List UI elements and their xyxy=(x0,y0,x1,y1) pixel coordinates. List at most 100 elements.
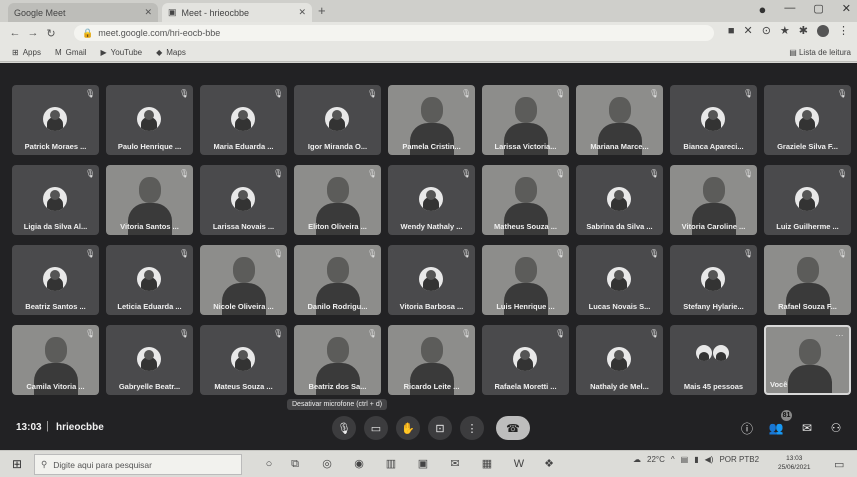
notifications-icon[interactable]: ▭ xyxy=(834,458,844,471)
taskbar-clock[interactable]: 13:03 25/06/2021 xyxy=(778,454,811,472)
calendar-icon[interactable]: ▦ xyxy=(480,457,494,471)
word-icon[interactable]: W xyxy=(512,457,526,471)
new-tab-button[interactable]: + xyxy=(318,3,326,18)
participant-tile[interactable]: 🎙 Vitoria Barbosa ... xyxy=(388,245,475,315)
participant-name: Wendy Nathaly ... xyxy=(400,222,463,231)
back-icon[interactable]: ← xyxy=(6,27,24,39)
more-options-icon[interactable]: ⋯ xyxy=(835,331,844,340)
participant-tile[interactable]: 🎙 Maria Eduarda ... xyxy=(200,85,287,155)
menu-icon[interactable]: ⋮ xyxy=(838,24,849,37)
participant-tile[interactable]: 🎙 Eliton Oliveira ... xyxy=(294,165,381,235)
forward-icon[interactable]: → xyxy=(24,27,42,39)
participant-tile[interactable]: 🎙 Vitoria Santos ... xyxy=(106,165,193,235)
app-icon[interactable]: ❖ xyxy=(542,457,556,471)
participant-tile[interactable]: 🎙 Larissa Novais ... xyxy=(200,165,287,235)
volume-icon[interactable]: ◀) xyxy=(705,455,714,464)
participant-tile[interactable]: 🎙 Rafaela Moretti ... xyxy=(482,325,569,395)
participant-tile[interactable]: 🎙 Vitoria Caroline ... xyxy=(670,165,757,235)
mic-button[interactable]: 🎙 xyxy=(332,416,356,440)
participant-tile[interactable]: 🎙 Pamela Cristin... xyxy=(388,85,475,155)
participant-tile[interactable]: 🎙 Nathaly de Mel... xyxy=(576,325,663,395)
participant-tile[interactable]: 🎙 Paulo Henrique ... xyxy=(106,85,193,155)
people-button[interactable]: 👥 xyxy=(766,418,786,438)
participant-tile[interactable]: 🎙 Larissa Victoria... xyxy=(482,85,569,155)
close-window-icon[interactable]: ✕ xyxy=(842,2,851,17)
camera-in-use-icon[interactable]: ■ xyxy=(728,25,735,37)
participant-tile[interactable]: 🎙 Luiz Guilherme ... xyxy=(764,165,851,235)
camera-button[interactable]: ▭ xyxy=(364,416,388,440)
maximize-icon[interactable]: ▢ xyxy=(813,2,823,17)
bookmark-maps[interactable]: ◆ Maps xyxy=(156,48,186,57)
more-options-button[interactable]: ⋮ xyxy=(460,416,484,440)
close-tab-icon[interactable]: ✕ xyxy=(298,7,306,18)
participant-tile[interactable]: 🎙 Matheus Souza ... xyxy=(482,165,569,235)
participant-tile[interactable]: 🎙 Mateus Souza ... xyxy=(200,325,287,395)
bookmark-apps[interactable]: ⊞ Apps xyxy=(12,48,41,57)
leave-call-button[interactable]: ☎ xyxy=(496,416,530,440)
hangup-icon: ☎ xyxy=(506,422,520,435)
participant-tile[interactable]: 🎙 Mariana Marce... xyxy=(576,85,663,155)
network-icon[interactable]: ▤ xyxy=(681,455,689,464)
cortana-icon[interactable]: ○ xyxy=(262,457,276,471)
profile-avatar[interactable] xyxy=(817,24,829,37)
weather-icon: ☁ xyxy=(633,455,641,464)
address-bar[interactable]: 🔒 meet.google.com/hri-eocb-bbe xyxy=(74,25,714,41)
present-button[interactable]: ⊡ xyxy=(428,416,452,440)
participant-tile[interactable]: 🎙 Ligia da Silva Al... xyxy=(12,165,99,235)
participant-tile[interactable]: 🎙 Danilo Rodrigu... xyxy=(294,245,381,315)
taskbar-search-box[interactable]: ⚲ Digite aqui para pesquisar xyxy=(34,454,242,475)
browser-tab-active[interactable]: ▣ Meet - hrieocbbe ✕ xyxy=(162,3,312,22)
bookmark-gmail[interactable]: M Gmail xyxy=(55,48,87,57)
battery-icon[interactable]: ▮ xyxy=(694,455,698,464)
chrome-icon[interactable]: ◉ xyxy=(352,457,366,471)
participant-tile[interactable]: 🎙 Wendy Nathaly ... xyxy=(388,165,475,235)
windows-start-icon[interactable]: ⊞ xyxy=(12,458,24,470)
store-icon[interactable]: ▣ xyxy=(416,457,430,471)
chat-button[interactable]: ✉ xyxy=(797,418,817,438)
participant-name: Maria Eduarda ... xyxy=(213,142,274,151)
participant-tile[interactable]: 🎙 Sabrina da Silva ... xyxy=(576,165,663,235)
bookmark-star-icon[interactable]: ★ xyxy=(780,24,790,37)
activities-button[interactable]: ⚇ xyxy=(826,418,846,438)
share-icon[interactable]: ⊙ xyxy=(762,24,771,37)
file-explorer-icon[interactable]: ▥ xyxy=(384,457,398,471)
bookmark-label: Maps xyxy=(166,48,186,57)
edge-icon[interactable]: ◎ xyxy=(320,457,334,471)
profile-icon[interactable]: ● xyxy=(759,2,767,17)
weather-temp[interactable]: 22°C xyxy=(647,455,665,464)
participant-tile[interactable]: 🎙 Beatriz Santos ... xyxy=(12,245,99,315)
participant-tile[interactable]: 🎙 Ricardo Leite ... xyxy=(388,325,475,395)
participant-tile[interactable]: 🎙 Gabryelle Beatr... xyxy=(106,325,193,395)
extensions-icon[interactable]: ✱ xyxy=(799,24,808,37)
participant-tile[interactable]: 🎙 Nicole Oliveira ... xyxy=(200,245,287,315)
language-indicator[interactable]: POR PTB2 xyxy=(719,455,759,464)
mail-app-icon[interactable]: ✉ xyxy=(448,457,462,471)
participant-name: Vitoria Barbosa ... xyxy=(399,302,464,311)
participant-tile[interactable]: 🎙 Camila Vitoria ... xyxy=(12,325,99,395)
participant-tile[interactable]: 🎙 Beatriz dos Sa... xyxy=(294,325,381,395)
participant-tile[interactable]: 🎙 Patrick Moraes ... xyxy=(12,85,99,155)
mic-muted-icon: 🎙 xyxy=(273,89,284,98)
more-participants-tile[interactable]: Mais 45 pessoas xyxy=(670,325,757,395)
participant-tile[interactable]: 🎙 Luis Henrique ... xyxy=(482,245,569,315)
translate-icon[interactable]: ✕ xyxy=(743,24,752,37)
participant-tile[interactable]: 🎙 Graziele Silva F... xyxy=(764,85,851,155)
browser-tab[interactable]: Google Meet ✕ xyxy=(8,3,158,22)
tray-chevron-icon[interactable]: ^ xyxy=(671,455,675,464)
self-view-tile[interactable]: ⋯ Você xyxy=(764,325,851,395)
mic-muted-icon: 🎙 xyxy=(649,169,660,178)
raise-hand-button[interactable]: ✋ xyxy=(396,416,420,440)
reload-icon[interactable]: ↻ xyxy=(42,27,60,40)
participant-tile[interactable]: 🎙 Bianca Apareci... xyxy=(670,85,757,155)
participant-tile[interactable]: 🎙 Igor Miranda O... xyxy=(294,85,381,155)
participant-tile[interactable]: 🎙 Lucas Novais S... xyxy=(576,245,663,315)
participant-tile[interactable]: 🎙 Leticia Eduarda ... xyxy=(106,245,193,315)
reading-list-button[interactable]: ▤ Lista de leitura xyxy=(789,48,851,57)
bookmark-youtube[interactable]: ▶ YouTube xyxy=(101,48,143,57)
meeting-details-button[interactable]: ⓘ xyxy=(737,418,757,438)
close-tab-icon[interactable]: ✕ xyxy=(144,7,152,18)
minimize-icon[interactable]: — xyxy=(784,2,795,17)
participant-tile[interactable]: 🎙 Stefany Hylarie... xyxy=(670,245,757,315)
task-view-icon[interactable]: ⧉ xyxy=(288,457,302,471)
participant-tile[interactable]: 🎙 Rafael Souza F... xyxy=(764,245,851,315)
